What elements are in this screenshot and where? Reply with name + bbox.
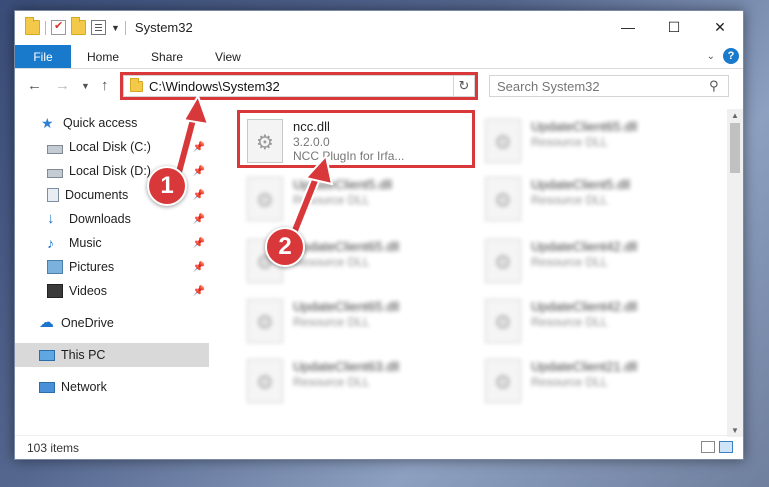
step-1-badge: 1 bbox=[147, 166, 187, 206]
arrow-1 bbox=[173, 93, 210, 181]
step-2-badge: 2 bbox=[265, 227, 305, 267]
annotation-arrows bbox=[173, 93, 334, 243]
arrow-2 bbox=[287, 153, 334, 243]
